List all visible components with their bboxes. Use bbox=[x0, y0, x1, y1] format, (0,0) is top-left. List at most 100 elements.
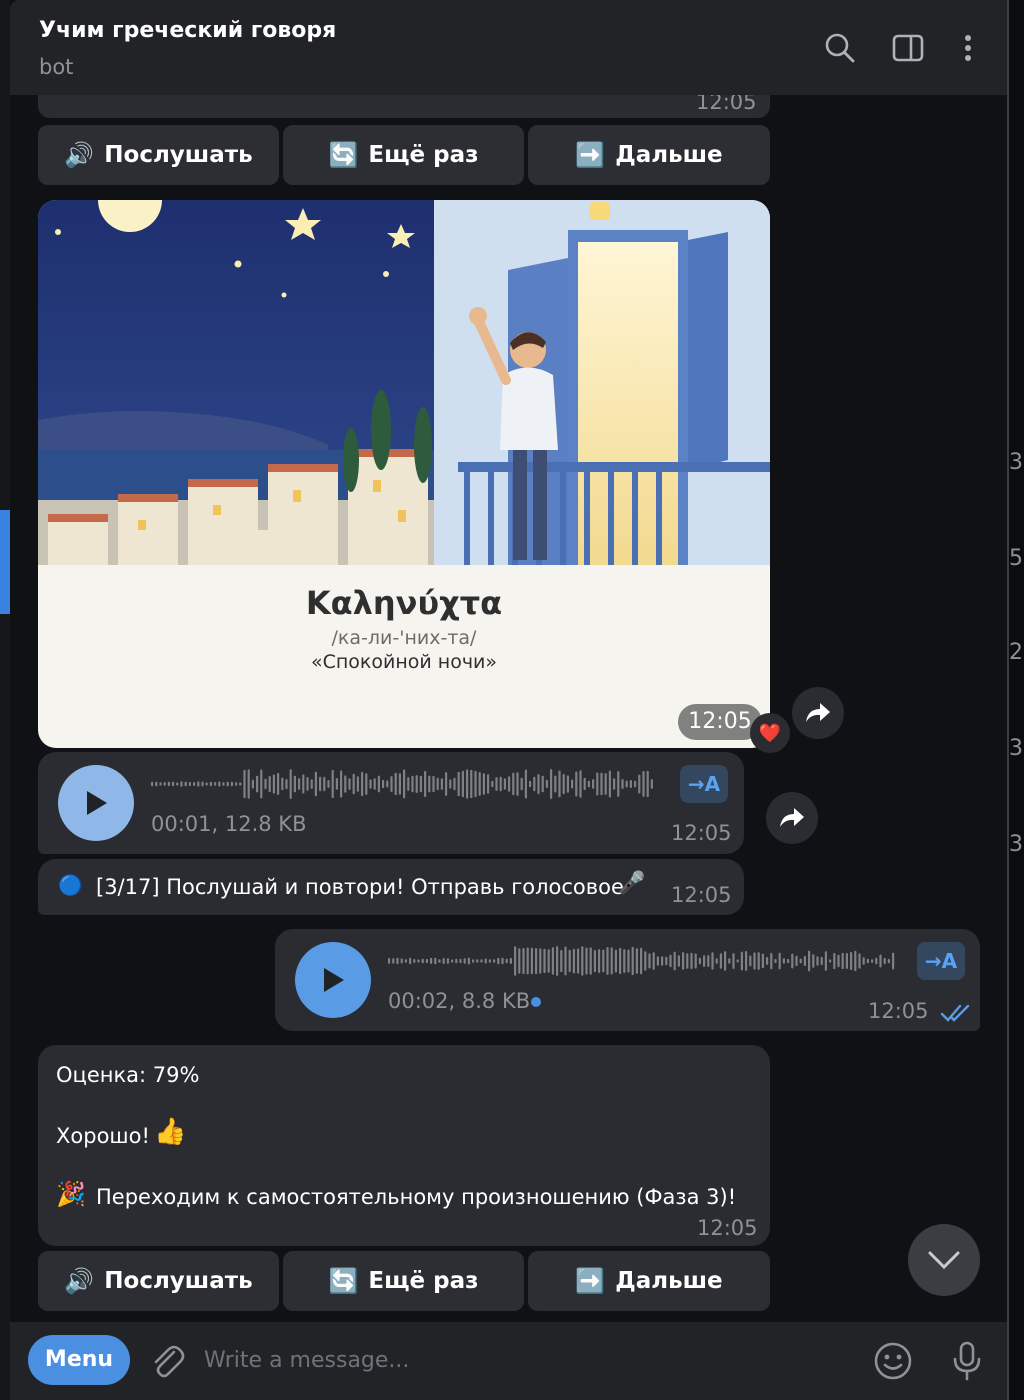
forward-button[interactable] bbox=[766, 792, 818, 844]
waveform-bar bbox=[314, 771, 317, 797]
waveform-bar bbox=[824, 951, 827, 971]
phase-text: Переходим к самостоятельному произношени… bbox=[96, 1185, 737, 1209]
right-fragment: 3: bbox=[1009, 832, 1024, 857]
unplayed-dot bbox=[531, 997, 541, 1007]
waveform-bar bbox=[883, 957, 886, 965]
waveform-bar bbox=[617, 771, 620, 797]
waveform-bar bbox=[516, 772, 519, 796]
waveform-bar bbox=[719, 953, 722, 969]
message-time: 12:05 bbox=[671, 883, 732, 907]
reaction-heart[interactable]: ❤️ bbox=[750, 713, 790, 753]
score-text: Оценка: 79% bbox=[56, 1063, 200, 1087]
waveform-bar bbox=[564, 946, 567, 976]
waveform-bar bbox=[281, 777, 284, 791]
waveform[interactable] bbox=[388, 944, 898, 978]
repeat-icon: 🔄 bbox=[328, 1267, 359, 1295]
chat-panel: Учим греческий говоря bot 12:05 Учим гре… bbox=[10, 0, 1007, 1400]
waveform-bar bbox=[808, 950, 811, 972]
waveform-bar bbox=[698, 957, 701, 965]
waveform-bar bbox=[871, 959, 874, 963]
arrow-right-icon: ➡️ bbox=[575, 141, 606, 169]
waveform-bar bbox=[604, 773, 607, 795]
waveform-bar bbox=[550, 769, 553, 799]
waveform-bar bbox=[703, 955, 706, 967]
waveform-bar bbox=[745, 951, 748, 971]
waveform-bar bbox=[493, 959, 496, 963]
speaker-icon: 🔊 bbox=[64, 1267, 95, 1295]
microphone-emoji-icon: 🎤 bbox=[618, 871, 646, 896]
waveform-bar bbox=[610, 947, 613, 975]
waveform-bar bbox=[400, 958, 403, 964]
waveform-bar bbox=[579, 770, 582, 798]
waveform-bar bbox=[541, 775, 544, 793]
waveform-bar bbox=[467, 957, 470, 965]
transcribe-button[interactable]: →A bbox=[680, 765, 728, 803]
waveform-bar bbox=[862, 957, 865, 965]
repeat-button[interactable]: 🔄 Ещё раз bbox=[283, 125, 524, 185]
emoji-icon[interactable] bbox=[872, 1340, 914, 1382]
waveform-bar bbox=[782, 958, 785, 964]
search-icon[interactable] bbox=[822, 30, 858, 66]
waveform-bar bbox=[176, 782, 179, 786]
more-options-icon[interactable] bbox=[950, 30, 986, 66]
waveform-bar bbox=[887, 958, 890, 964]
waveform-bar bbox=[478, 772, 481, 796]
waveform-bar bbox=[598, 949, 601, 973]
waveform-bar bbox=[728, 958, 731, 964]
chat-title-text: Учим греческий говоря bbox=[39, 18, 337, 43]
waveform-bar bbox=[581, 946, 584, 976]
waveform-bar bbox=[457, 771, 460, 797]
waveform-bar bbox=[501, 957, 504, 965]
waveform-bar bbox=[306, 777, 309, 791]
waveform-bar bbox=[635, 948, 638, 974]
play-button[interactable] bbox=[295, 942, 371, 1018]
waveform[interactable] bbox=[151, 767, 657, 801]
waveform-bar bbox=[361, 771, 364, 797]
waveform-bar bbox=[451, 959, 454, 963]
waveform-bar bbox=[596, 772, 599, 796]
forward-icon bbox=[780, 808, 804, 827]
waveform-bar bbox=[724, 951, 727, 971]
next-button[interactable]: ➡️ Дальше bbox=[528, 125, 770, 185]
listen-button[interactable]: 🔊 Послушать bbox=[38, 1251, 279, 1311]
waveform-bar bbox=[583, 777, 586, 791]
waveform-bar bbox=[495, 777, 498, 791]
play-button[interactable] bbox=[58, 765, 134, 841]
transcribe-button[interactable]: →A bbox=[917, 942, 965, 980]
waveform-bar bbox=[184, 781, 187, 787]
waveform-bar bbox=[404, 959, 407, 963]
forward-button[interactable] bbox=[792, 687, 844, 739]
listen-button[interactable]: 🔊 Послушать bbox=[38, 125, 279, 185]
waveform-bar bbox=[613, 778, 616, 790]
waveform-bar bbox=[537, 774, 540, 795]
bot-menu-button[interactable]: Menu bbox=[28, 1335, 130, 1385]
arrow-right-icon: ➡️ bbox=[575, 1267, 606, 1295]
button-label: Ещё раз bbox=[368, 1268, 479, 1294]
transcription: /ка-ли-'них-та/ bbox=[331, 627, 477, 649]
voice-duration-size: 00:01, 12.8 KB bbox=[151, 812, 307, 836]
message-input[interactable] bbox=[204, 1340, 844, 1380]
next-button[interactable]: ➡️ Дальше bbox=[528, 1251, 770, 1311]
waveform-bar bbox=[866, 958, 869, 964]
waveform-bar bbox=[159, 782, 162, 786]
waveform-bar bbox=[543, 948, 546, 974]
attach-icon[interactable] bbox=[146, 1340, 188, 1382]
waveform-bar bbox=[539, 948, 542, 974]
waveform-bar bbox=[348, 778, 351, 790]
microphone-icon[interactable] bbox=[946, 1340, 988, 1382]
waveform-bar bbox=[509, 957, 512, 964]
photo-message[interactable]: Καληνύχτα /ка-ли-'них-та/ «Спокойной ноч… bbox=[38, 200, 770, 748]
waveform-bar bbox=[587, 780, 590, 788]
waveform-bar bbox=[268, 776, 271, 793]
waveform-bar bbox=[694, 953, 697, 969]
waveform-bar bbox=[512, 772, 515, 796]
waveform-bar bbox=[214, 782, 217, 786]
sidebar-toggle-icon[interactable] bbox=[890, 30, 926, 66]
repeat-button[interactable]: 🔄 Ещё раз bbox=[283, 1251, 524, 1311]
waveform-bar bbox=[407, 777, 410, 791]
waveform-bar bbox=[197, 781, 200, 787]
waveform-bar bbox=[829, 959, 832, 963]
double-check-icon bbox=[940, 1004, 970, 1022]
feedback-text: Хорошо! bbox=[56, 1124, 150, 1148]
scroll-to-bottom-button[interactable] bbox=[908, 1224, 980, 1296]
